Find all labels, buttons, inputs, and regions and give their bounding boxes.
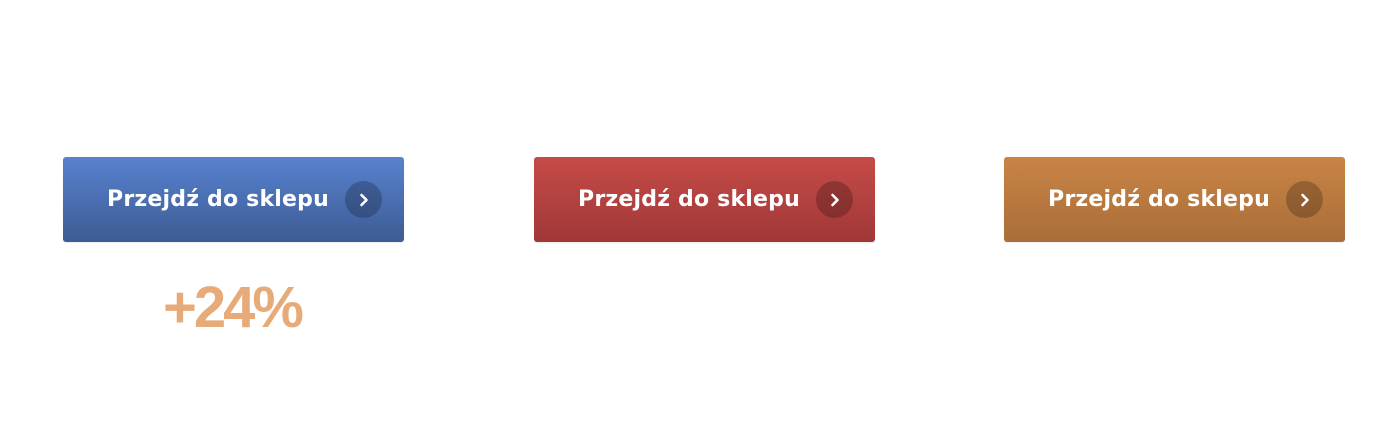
shop-button-orange[interactable]: Przejdź do sklepu <box>1004 157 1345 242</box>
shop-button-label: Przejdź do sklepu <box>107 187 329 212</box>
chevron-right-icon <box>345 181 382 218</box>
growth-percentage: +24% <box>163 275 304 340</box>
shop-button-blue[interactable]: Przejdź do sklepu <box>63 157 404 242</box>
chevron-right-icon <box>1286 181 1323 218</box>
shop-button-red[interactable]: Przejdź do sklepu <box>534 157 875 242</box>
chevron-right-icon <box>816 181 853 218</box>
shop-button-label: Przejdź do sklepu <box>1048 187 1270 212</box>
shop-button-label: Przejdź do sklepu <box>578 187 800 212</box>
